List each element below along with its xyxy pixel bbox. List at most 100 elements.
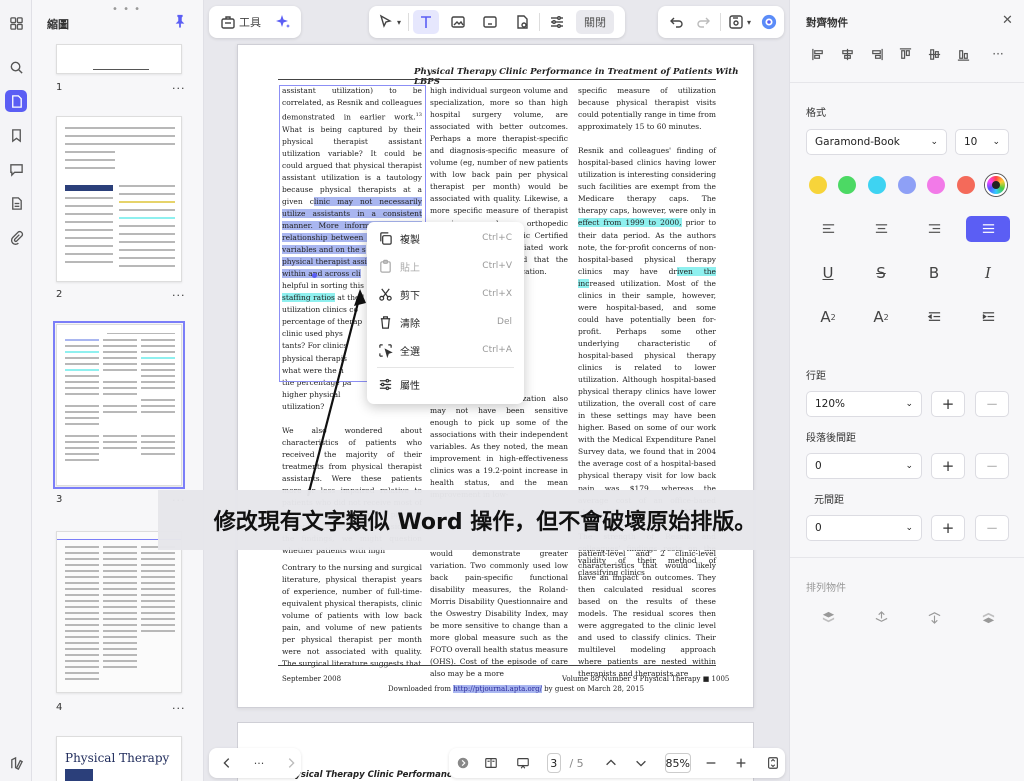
pin-icon[interactable] bbox=[173, 14, 187, 28]
search-icon[interactable] bbox=[5, 56, 27, 78]
panel-title: 縮圖 bbox=[47, 18, 69, 31]
copy-icon bbox=[380, 231, 392, 245]
font-family-select[interactable]: Garamond-Book ⌄ bbox=[806, 129, 947, 155]
color-swatch-pink[interactable] bbox=[927, 176, 945, 194]
align-bottom-icon[interactable] bbox=[953, 44, 973, 64]
paragraph-spacing-decrease-button[interactable]: − bbox=[975, 453, 1009, 479]
drag-handle[interactable]: • • • bbox=[112, 4, 141, 15]
color-swatch-blue[interactable] bbox=[898, 176, 916, 194]
page-number-input[interactable]: 3 bbox=[547, 753, 561, 773]
bold-icon[interactable]: B bbox=[912, 260, 956, 286]
collapse-button[interactable] bbox=[451, 751, 475, 775]
superscript-icon[interactable]: A2 bbox=[806, 304, 850, 330]
char-spacing-decrease-button[interactable]: − bbox=[975, 515, 1009, 541]
download-notice: Downloaded from http://ptjournal.apta.or… bbox=[388, 685, 645, 693]
send-backward-icon[interactable] bbox=[912, 604, 956, 630]
grid-icon[interactable] bbox=[5, 12, 27, 34]
zoom-out-button[interactable] bbox=[699, 751, 723, 775]
trash-icon bbox=[380, 315, 391, 329]
color-swatch-green[interactable] bbox=[838, 176, 856, 194]
text-block-column-2-bottom[interactable]: would demonstrate greater variation. Two… bbox=[430, 548, 568, 681]
page-down-button[interactable] bbox=[629, 751, 653, 775]
next-button[interactable] bbox=[279, 751, 303, 775]
color-swatch-yellow[interactable] bbox=[809, 176, 827, 194]
align-left-icon[interactable] bbox=[808, 44, 828, 64]
zoom-level-input[interactable]: 85% bbox=[664, 753, 691, 773]
attachment-icon[interactable] bbox=[5, 226, 27, 248]
line-spacing-decrease-button[interactable]: − bbox=[975, 391, 1009, 417]
text-align-center-icon[interactable] bbox=[859, 216, 903, 242]
thumbnail-page-4[interactable] bbox=[56, 531, 182, 693]
text-align-right-icon[interactable] bbox=[912, 216, 956, 242]
align-right-icon[interactable] bbox=[866, 44, 886, 64]
thumbnail-page-5[interactable]: Physical Therapy bbox=[56, 736, 182, 781]
bring-to-front-icon[interactable] bbox=[806, 604, 850, 630]
present-button[interactable] bbox=[511, 751, 535, 775]
send-to-back-icon[interactable] bbox=[966, 604, 1010, 630]
footer-date: September 2008 bbox=[282, 675, 342, 683]
journal-link[interactable]: http://ptjournal.apta.org/ bbox=[453, 685, 542, 693]
close-icon[interactable]: ✕ bbox=[1002, 13, 1013, 28]
format-label: 格式 bbox=[806, 108, 826, 119]
thumbnail-page-3[interactable] bbox=[53, 321, 185, 489]
outdent-icon[interactable] bbox=[912, 304, 956, 330]
menu-item-select-all[interactable]: 全選 Ctrl+A bbox=[367, 338, 524, 362]
align-center-h-icon[interactable] bbox=[837, 44, 857, 64]
more-options-button[interactable]: ··· bbox=[172, 702, 186, 715]
menu-item-paste[interactable]: 貼上 Ctrl+V bbox=[367, 254, 524, 278]
text-align-justify-icon[interactable] bbox=[966, 216, 1010, 242]
paragraph-spacing-select[interactable]: 0 ⌄ bbox=[806, 453, 922, 479]
divider bbox=[790, 82, 1024, 83]
strikethrough-icon[interactable]: S bbox=[859, 260, 903, 286]
thumbnail-page-1[interactable] bbox=[56, 44, 182, 74]
page-total: / 5 bbox=[569, 756, 584, 770]
color-swatch-red[interactable] bbox=[957, 176, 975, 194]
prev-button[interactable] bbox=[215, 751, 239, 775]
left-rail bbox=[0, 0, 32, 781]
align-top-icon[interactable] bbox=[895, 44, 915, 64]
underline-icon[interactable]: U bbox=[806, 260, 850, 286]
line-spacing-increase-button[interactable]: + bbox=[931, 391, 965, 417]
color-picker-icon[interactable] bbox=[985, 174, 1007, 196]
subscript-icon[interactable]: A2 bbox=[859, 304, 903, 330]
more-align-icon[interactable]: ··· bbox=[988, 44, 1008, 64]
bookmark-icon[interactable] bbox=[5, 124, 27, 146]
view-toolbar: 3 / 5 85% bbox=[449, 748, 785, 778]
text-align-left-icon[interactable] bbox=[806, 216, 850, 242]
more-options-button[interactable]: ··· bbox=[172, 82, 186, 95]
font-size-select[interactable]: 10 ⌄ bbox=[955, 129, 1009, 155]
menu-item-cut[interactable]: 剪下 Ctrl+X bbox=[367, 282, 524, 306]
paragraph-spacing-value: 0 bbox=[815, 460, 822, 472]
more-options-button[interactable]: ··· bbox=[172, 289, 186, 302]
line-spacing-select[interactable]: 120% ⌄ bbox=[806, 391, 922, 417]
color-swatch-cyan[interactable] bbox=[868, 176, 886, 194]
reading-mode-button[interactable] bbox=[479, 751, 503, 775]
menu-item-properties[interactable]: 屬性 bbox=[367, 372, 524, 396]
char-spacing-increase-button[interactable]: + bbox=[931, 515, 965, 541]
text-block-column-3-bottom[interactable]: patient-level and 2 clinic-level charact… bbox=[578, 548, 716, 681]
header-rule bbox=[278, 79, 716, 80]
indent-icon[interactable] bbox=[966, 304, 1010, 330]
chevron-circle-icon bbox=[457, 757, 469, 769]
pages-icon[interactable] bbox=[5, 90, 27, 112]
document-icon[interactable] bbox=[5, 192, 27, 214]
page-up-button[interactable] bbox=[599, 751, 623, 775]
layers-icon[interactable] bbox=[5, 752, 27, 774]
thumbnail-page-2[interactable] bbox=[56, 116, 182, 282]
menu-item-copy[interactable]: 複製 Ctrl+C bbox=[367, 226, 524, 250]
char-spacing-select[interactable]: 0 ⌄ bbox=[806, 515, 922, 541]
minus-icon bbox=[706, 762, 716, 764]
align-center-v-icon[interactable] bbox=[924, 44, 944, 64]
select-all-icon bbox=[379, 343, 393, 358]
more-button[interactable]: ··· bbox=[247, 751, 271, 775]
paragraph-spacing-increase-button[interactable]: + bbox=[931, 453, 965, 479]
zoom-in-button[interactable] bbox=[729, 751, 753, 775]
comment-icon[interactable] bbox=[5, 158, 27, 180]
text-block-column-2-mid[interactable]: effectiveness and utilization also may n… bbox=[430, 393, 568, 501]
italic-icon[interactable]: I bbox=[966, 260, 1010, 286]
menu-item-delete[interactable]: 清除 Del bbox=[367, 310, 524, 334]
bring-forward-icon[interactable] bbox=[859, 604, 903, 630]
fit-page-button[interactable] bbox=[761, 751, 785, 775]
text-block-column-1-bottom[interactable]: Contrary to the nursing and surgical lit… bbox=[282, 562, 422, 670]
selection-handle[interactable] bbox=[312, 273, 317, 278]
